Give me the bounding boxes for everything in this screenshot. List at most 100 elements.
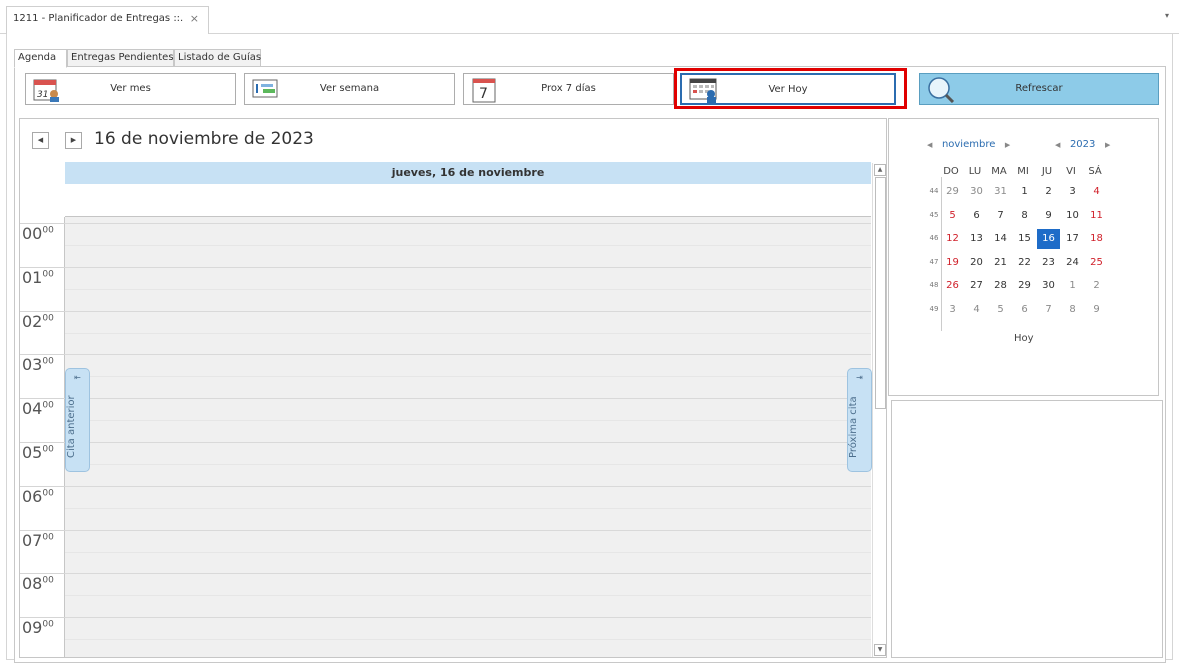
hour-label: 0700 xyxy=(22,530,54,550)
hour-gridline xyxy=(65,442,871,443)
hour-label: 0100 xyxy=(22,267,54,287)
prev-day-button[interactable]: ◀ xyxy=(32,132,49,149)
refrescar-label: Refrescar xyxy=(1015,83,1063,94)
hour-gridline xyxy=(65,485,871,487)
calendar-day[interactable]: 1 xyxy=(1013,182,1036,202)
tab-agenda[interactable]: Agenda xyxy=(14,49,67,68)
calendar-day[interactable]: 1 xyxy=(1061,276,1084,296)
all-day-area[interactable] xyxy=(65,184,871,217)
calendar-day[interactable]: 7 xyxy=(1037,300,1060,320)
half-hour-gridline xyxy=(65,244,871,246)
next-year-icon[interactable]: ▶ xyxy=(1105,141,1110,149)
calendar-day[interactable]: 5 xyxy=(941,206,964,226)
hour-gridline xyxy=(65,310,871,312)
hour-label: 0500 xyxy=(22,443,54,462)
scroll-down-icon[interactable]: ▼ xyxy=(874,644,886,656)
today-link[interactable]: Hoy xyxy=(1014,333,1034,344)
scheduler-date-title: 16 de noviembre de 2023 xyxy=(94,129,314,149)
scheduler-scrollbar[interactable]: ▲ ▼ xyxy=(872,163,886,657)
calendar-day[interactable]: 6 xyxy=(1013,300,1036,320)
calendar-day[interactable]: 7 xyxy=(989,206,1012,226)
date-navigator: ◀ noviembre ▶ ◀ 2023 ▶ Hoy DO LU MA MI JU VI S… xyxy=(888,118,1159,396)
calendar-day[interactable]: 8 xyxy=(1061,300,1084,320)
month-label[interactable]: noviembre xyxy=(942,139,995,150)
weekday-header: DO xyxy=(943,166,959,177)
calendar-day[interactable]: 19 xyxy=(941,253,964,273)
calendar-day[interactable]: 13 xyxy=(965,229,988,249)
calendar-day[interactable]: 23 xyxy=(1037,253,1060,273)
calendar-day[interactable]: 4 xyxy=(1085,182,1108,202)
half-hour-gridline xyxy=(65,507,871,509)
tab-entregas-pendientes[interactable]: Entregas Pendientes xyxy=(67,49,174,67)
calendar-day[interactable]: 24 xyxy=(1061,253,1084,273)
weekday-header: VI xyxy=(1066,166,1076,177)
calendar-day[interactable]: 14 xyxy=(989,229,1012,249)
weekday-header: JU xyxy=(1041,166,1053,177)
tab-listado-guias[interactable]: Listado de Guías xyxy=(174,49,261,67)
prev-appointment-button[interactable]: ⇤ Cita anterior xyxy=(65,368,90,472)
next-day-button[interactable]: ▶ xyxy=(65,132,82,149)
year-label[interactable]: 2023 xyxy=(1070,139,1095,150)
hour-label: 0000 xyxy=(22,224,54,243)
ver-semana-button[interactable]: Ver semana xyxy=(244,73,455,105)
half-hour-gridline xyxy=(65,639,871,641)
calendar-day[interactable]: 22 xyxy=(1013,253,1036,273)
calendar-day[interactable]: 18 xyxy=(1085,229,1108,249)
hour-gridline xyxy=(65,354,871,356)
calendar-day[interactable]: 26 xyxy=(941,276,964,296)
calendar-day[interactable]: 3 xyxy=(941,300,964,320)
calendar-day[interactable]: 27 xyxy=(965,276,988,296)
calendar-day[interactable]: 12 xyxy=(941,229,964,249)
next-month-icon[interactable]: ▶ xyxy=(1005,141,1010,149)
calendar-day[interactable]: 5 xyxy=(989,300,1012,320)
half-hour-gridline xyxy=(65,288,871,290)
calendar-day[interactable]: 6 xyxy=(965,206,988,226)
calendar-day[interactable]: 10 xyxy=(1061,206,1084,226)
week-number: 45 xyxy=(929,210,939,219)
next-appointment-button[interactable]: ⇥ Próxima cita xyxy=(847,368,872,472)
prox-7-dias-button[interactable]: 7 Prox 7 días xyxy=(463,73,674,105)
calendar-day[interactable]: 9 xyxy=(1037,206,1060,226)
calendar-day[interactable]: 2 xyxy=(1085,276,1108,296)
scrollbar-thumb[interactable] xyxy=(875,177,886,409)
calendar-day[interactable]: 20 xyxy=(965,253,988,273)
calendar-day[interactable]: 31 xyxy=(989,182,1012,202)
half-hour-gridline xyxy=(65,376,871,378)
calendar-day[interactable]: 30 xyxy=(1037,276,1060,296)
calendar-day[interactable]: 21 xyxy=(989,253,1012,273)
document-tab[interactable]: 1211 - Planificador de Entregas ::. × xyxy=(6,6,209,34)
hour-gridline xyxy=(65,398,871,400)
calendar-day-selected[interactable]: 16 xyxy=(1037,229,1060,249)
ver-mes-label: Ver mes xyxy=(110,83,151,94)
hour-gridline xyxy=(65,617,871,619)
month-navigator: ◀ noviembre ▶ xyxy=(927,139,1010,150)
tab-list-dropdown-icon[interactable]: ▾ xyxy=(1165,11,1169,20)
calendar-day[interactable]: 17 xyxy=(1061,229,1084,249)
refrescar-button[interactable]: Refrescar xyxy=(919,73,1159,105)
calendar-day[interactable]: 28 xyxy=(989,276,1012,296)
calendar-day[interactable]: 15 xyxy=(1013,229,1036,249)
calendar-day[interactable]: 29 xyxy=(1013,276,1036,296)
scroll-up-icon[interactable]: ▲ xyxy=(874,164,886,176)
calendar-day[interactable]: 3 xyxy=(1061,182,1084,202)
calendar-day[interactable]: 8 xyxy=(1013,206,1036,226)
prev-year-icon[interactable]: ◀ xyxy=(1055,141,1060,149)
hour-label: 0200 xyxy=(22,311,54,331)
close-tab-icon[interactable]: × xyxy=(190,7,199,31)
prev-appointment-label: Cita anterior xyxy=(66,395,77,459)
calendar-day[interactable]: 2 xyxy=(1037,182,1060,202)
document-tab-title: 1211 - Planificador de Entregas ::. xyxy=(13,13,184,24)
calendar-day[interactable]: 25 xyxy=(1085,253,1108,273)
ver-mes-button[interactable]: 31 Ver mes xyxy=(25,73,236,105)
ver-semana-label: Ver semana xyxy=(319,83,380,94)
hour-gridline xyxy=(65,529,871,531)
calendar-day[interactable]: 30 xyxy=(965,182,988,202)
calendar-day[interactable]: 29 xyxy=(941,182,964,202)
calendar-day[interactable]: 9 xyxy=(1085,300,1108,320)
time-slot-grid[interactable] xyxy=(65,217,871,657)
half-hour-gridline xyxy=(65,551,871,553)
calendar-day[interactable]: 4 xyxy=(965,300,988,320)
calendar-day[interactable]: 11 xyxy=(1085,206,1108,226)
hour-label: 0600 xyxy=(22,486,54,506)
prev-month-icon[interactable]: ◀ xyxy=(927,141,932,149)
